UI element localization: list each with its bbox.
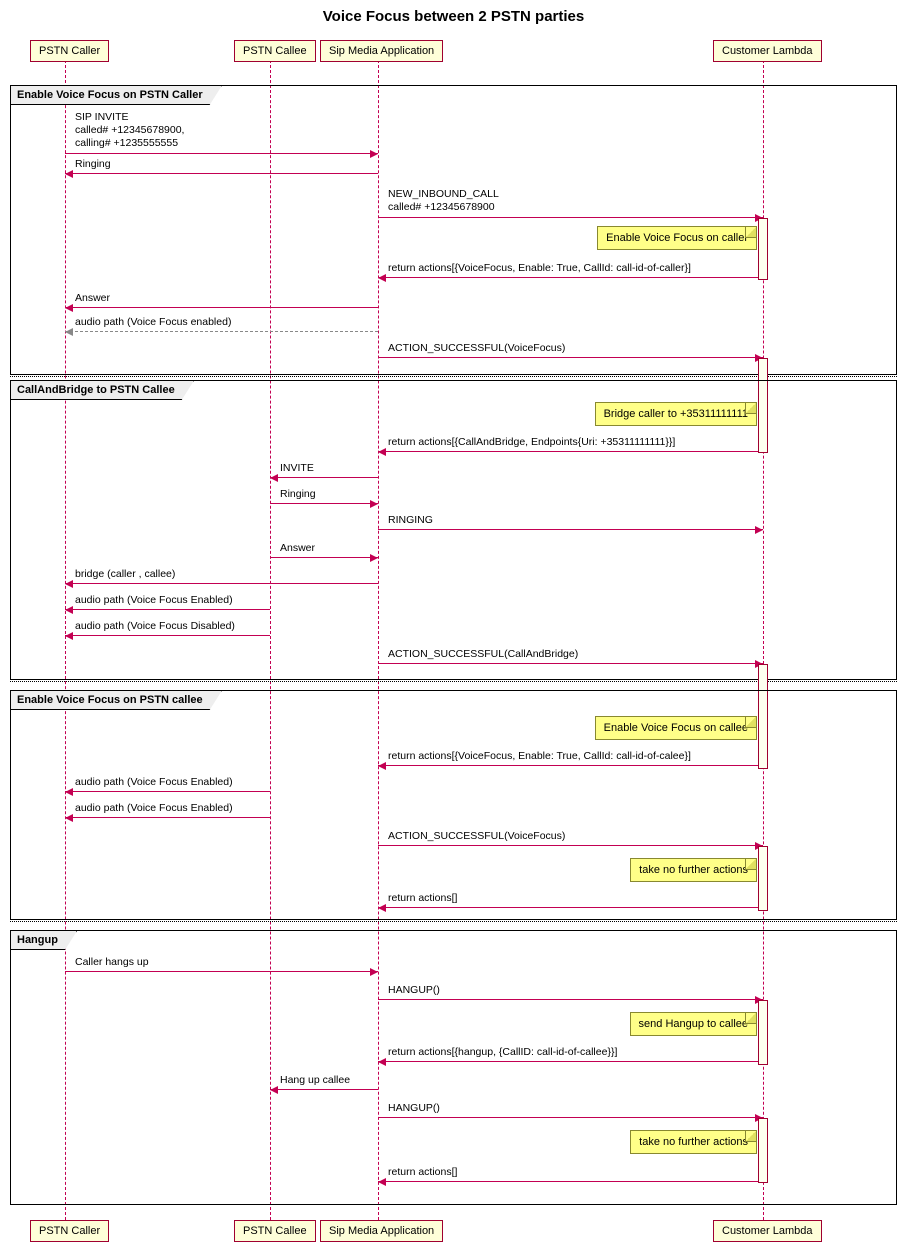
participant-callee-top: PSTN Callee [234, 40, 316, 62]
note-bridge-caller: Bridge caller to +35311111111 [595, 402, 757, 426]
group-label: Hangup [11, 931, 77, 950]
participant-caller-bot: PSTN Caller [30, 1220, 109, 1242]
msg-audio-path-5: audio path (Voice Focus Enabled) [65, 804, 270, 818]
msg-invite: INVITE [270, 464, 378, 478]
msg-text: calling# +1235555555 [75, 137, 178, 149]
msg-text: SIP INVITE [75, 111, 129, 123]
msg-text: return actions[] [388, 1166, 457, 1178]
msg-text: Ringing [75, 158, 111, 170]
note-enable-vf-caller: Enable Voice Focus on caller [597, 226, 757, 250]
msg-hangup-callee: Hang up callee [270, 1076, 378, 1090]
activation-bar [758, 846, 768, 911]
msg-action-success-vf-1: ACTION_SUCCESSFUL(VoiceFocus) [378, 344, 763, 358]
participant-caller-top: PSTN Caller [30, 40, 109, 62]
msg-action-success-vf-2: ACTION_SUCCESSFUL(VoiceFocus) [378, 832, 763, 846]
msg-answer-1: Answer [65, 294, 378, 308]
msg-audio-path-2: audio path (Voice Focus Enabled) [65, 596, 270, 610]
msg-text: audio path (Voice Focus Enabled) [75, 802, 233, 814]
msg-text: audio path (Voice Focus enabled) [75, 316, 231, 328]
msg-text: called# +12345678900, [75, 124, 184, 136]
msg-text: ACTION_SUCCESSFUL(VoiceFocus) [388, 830, 565, 842]
msg-ringing-1: Ringing [65, 160, 378, 174]
msg-text: return actions[{VoiceFocus, Enable: True… [388, 262, 691, 274]
note-send-hangup: send Hangup to callee [630, 1012, 757, 1036]
activation-bar [758, 1118, 768, 1183]
msg-audio-path-1: audio path (Voice Focus enabled) [65, 318, 378, 332]
msg-ringing-event: RINGING [378, 516, 763, 530]
msg-return-callandbridge: return actions[{CallAndBridge, Endpoints… [378, 438, 758, 452]
msg-text: audio path (Voice Focus Enabled) [75, 776, 233, 788]
msg-text: Answer [280, 542, 315, 554]
msg-ringing-2: Ringing [270, 490, 378, 504]
msg-action-success-cab: ACTION_SUCCESSFUL(CallAndBridge) [378, 650, 763, 664]
participant-lambda-top: Customer Lambda [713, 40, 822, 62]
msg-text: return actions[{VoiceFocus, Enable: True… [388, 750, 691, 762]
msg-text: Ringing [280, 488, 316, 500]
msg-return-hangup: return actions[{hangup, {CallID: call-id… [378, 1048, 758, 1062]
msg-text: HANGUP() [388, 1102, 440, 1114]
msg-text: return actions[] [388, 892, 457, 904]
msg-text: Caller hangs up [75, 956, 149, 968]
participant-sma-bot: Sip Media Application [320, 1220, 443, 1242]
msg-text: called# +12345678900 [388, 201, 495, 213]
participant-callee-bot: PSTN Callee [234, 1220, 316, 1242]
group-label: Enable Voice Focus on PSTN callee [11, 691, 222, 710]
msg-text: HANGUP() [388, 984, 440, 996]
msg-text: audio path (Voice Focus Disabled) [75, 620, 235, 632]
msg-bridge: bridge (caller , callee) [65, 570, 378, 584]
group-label: Enable Voice Focus on PSTN Caller [11, 86, 222, 105]
msg-text: bridge (caller , callee) [75, 568, 175, 580]
msg-answer-2: Answer [270, 544, 378, 558]
msg-return-empty-2: return actions[] [378, 1168, 758, 1182]
msg-text: return actions[{hangup, {CallID: call-id… [388, 1046, 617, 1058]
note-enable-vf-callee: Enable Voice Focus on callee [595, 716, 757, 740]
msg-sip-invite: SIP INVITE called# +12345678900, calling… [65, 112, 378, 154]
diagram-title: Voice Focus between 2 PSTN parties [0, 8, 907, 25]
participant-lambda-bot: Customer Lambda [713, 1220, 822, 1242]
note-no-action-1: take no further actions [630, 858, 757, 882]
msg-audio-path-3: audio path (Voice Focus Disabled) [65, 622, 270, 636]
sequence-diagram: Voice Focus between 2 PSTN parties PSTN … [0, 0, 907, 1255]
msg-text: Hang up callee [280, 1074, 350, 1086]
msg-return-empty-1: return actions[] [378, 894, 758, 908]
msg-hangup-event-1: HANGUP() [378, 986, 763, 1000]
msg-text: ACTION_SUCCESSFUL(VoiceFocus) [388, 342, 565, 354]
msg-return-vf-callee: return actions[{VoiceFocus, Enable: True… [378, 752, 758, 766]
msg-text: NEW_INBOUND_CALL [388, 188, 499, 200]
group-label: CallAndBridge to PSTN Callee [11, 381, 194, 400]
msg-text: ACTION_SUCCESSFUL(CallAndBridge) [388, 648, 578, 660]
activation-bar [758, 1000, 768, 1065]
msg-hangup-event-2: HANGUP() [378, 1104, 763, 1118]
msg-text: Answer [75, 292, 110, 304]
msg-new-inbound: NEW_INBOUND_CALL called# +12345678900 [378, 190, 763, 218]
note-no-action-2: take no further actions [630, 1130, 757, 1154]
msg-text: return actions[{CallAndBridge, Endpoints… [388, 436, 675, 448]
msg-text: RINGING [388, 514, 433, 526]
msg-return-vf-caller: return actions[{VoiceFocus, Enable: True… [378, 264, 758, 278]
msg-text: INVITE [280, 462, 314, 474]
msg-text: audio path (Voice Focus Enabled) [75, 594, 233, 606]
msg-audio-path-4: audio path (Voice Focus Enabled) [65, 778, 270, 792]
msg-caller-hangup: Caller hangs up [65, 958, 378, 972]
activation-bar [758, 218, 768, 280]
participant-sma-top: Sip Media Application [320, 40, 443, 62]
group-separator [10, 921, 897, 922]
